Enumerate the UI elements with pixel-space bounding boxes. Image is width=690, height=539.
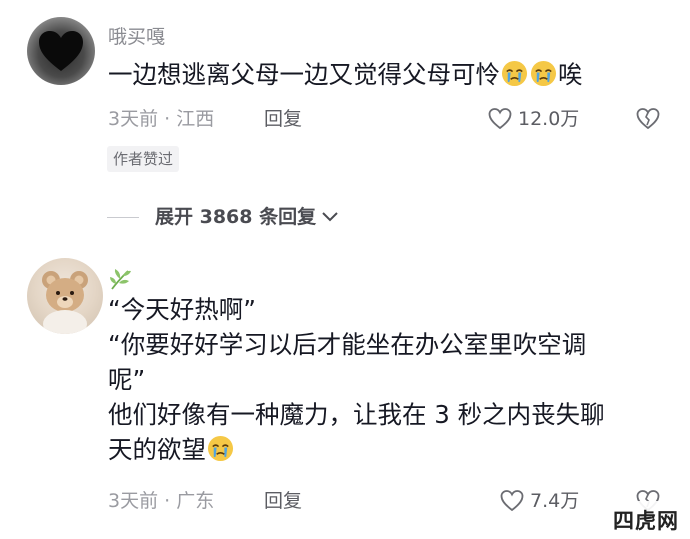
bottom-fade [0,509,690,539]
heart-outline-icon [488,108,512,130]
reply-button[interactable]: 回复 [264,489,302,513]
comment-text: 一边想逃离父母一边又觉得父母可怜 唉 [108,57,583,92]
comment-line-last: 天的欲望 [108,432,605,467]
comment-line: 他们好像有一种魔力，让我在 3 秒之内丧失聊 [108,400,605,429]
crying-face-icon [207,435,234,462]
like-count: 7.4万 [530,490,580,512]
comment-text-tail: 唉 [558,60,583,89]
comment-text: “今天好热啊” “你要好好学习以后才能坐在办公室里吹空调 呢” 他们好像有一种魔力，让… [108,292,605,467]
comment-username[interactable]: 哦买嘎 [108,25,165,49]
heart-icon [39,31,83,71]
comment-line: “今天好热啊” [108,295,256,324]
broken-heart-icon [636,108,660,130]
leaf-sprout-icon [110,269,131,290]
divider-line [107,216,139,218]
teddy-bear-icon [42,271,88,334]
comment-text-main: 一边想逃离父母一边又觉得父母可怜 [108,60,500,89]
crying-face-icon [530,60,557,87]
chevron-down-icon [322,212,338,222]
crying-face-icon [501,60,528,87]
expand-replies-label: 展开 3868 条回复 [155,206,317,228]
expand-replies-button[interactable]: 展开 3868 条回复 [107,204,340,230]
comment-line: 呢” [108,365,146,394]
comment-line: “你要好好学习以后才能坐在办公室里吹空调 [108,330,587,359]
author-liked-badge: 作者赞过 [107,146,180,172]
watermark: 四虎网 [602,501,690,539]
like-count: 12.0万 [518,108,580,130]
dislike-button[interactable] [636,108,660,134]
like-button[interactable]: 7.4万 [500,489,579,513]
comment-meta: 3天前 · 广东 [108,490,215,512]
like-button[interactable]: 12.0万 [488,107,579,131]
comment-meta: 3天前 · 江西 [108,108,215,130]
comment-line: 天的欲望 [108,435,206,464]
avatar[interactable] [27,17,95,85]
avatar[interactable] [27,258,103,334]
reply-button[interactable]: 回复 [264,107,302,131]
heart-outline-icon [500,490,524,512]
